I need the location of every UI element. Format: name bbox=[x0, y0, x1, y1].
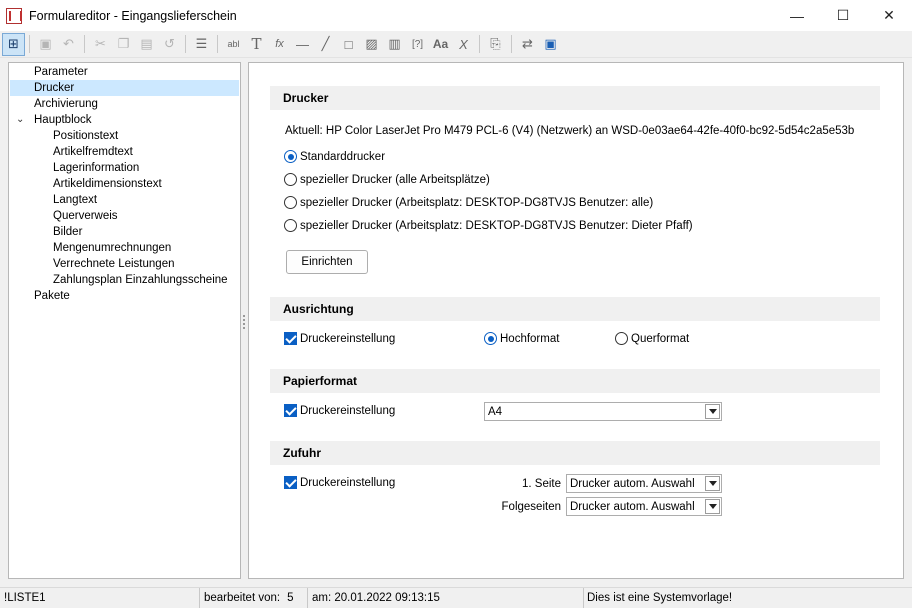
chevron-down-icon[interactable] bbox=[705, 499, 720, 514]
line-icon[interactable]: — bbox=[291, 33, 314, 56]
maximize-button[interactable]: ☐ bbox=[820, 0, 866, 31]
checkbox-checked-icon bbox=[284, 404, 297, 417]
radio-checked-icon bbox=[484, 332, 497, 345]
tree-item-artikelfremdtext[interactable]: Artikelfremdtext bbox=[53, 144, 133, 160]
minimize-button[interactable]: — bbox=[774, 0, 820, 31]
section-header-papierformat: Papierformat bbox=[270, 369, 880, 393]
status-timestamp: am: 20.01.2022 09:13:15 bbox=[308, 587, 584, 608]
radio-querformat[interactable]: Querformat bbox=[615, 332, 689, 345]
app-icon bbox=[6, 7, 22, 24]
copy-icon[interactable]: ❐ bbox=[112, 33, 135, 56]
chevron-down-icon[interactable] bbox=[705, 476, 720, 491]
window-controls: — ☐ ✕ bbox=[774, 0, 912, 31]
radio-standarddrucker[interactable]: Standarddrucker bbox=[284, 150, 385, 163]
settings-panel: Drucker Aktuell: HP Color LaserJet Pro M… bbox=[248, 62, 904, 579]
checkbox-papierformat-druckereinstellung[interactable]: Druckereinstellung bbox=[284, 404, 395, 417]
radio-unchecked-icon bbox=[284, 196, 297, 209]
undo-arrow-icon[interactable]: ↶ bbox=[57, 33, 80, 56]
undo-icon[interactable]: ↺ bbox=[158, 33, 181, 56]
radio-unchecked-icon bbox=[284, 219, 297, 232]
tree-item-archivierung[interactable]: Archivierung bbox=[34, 96, 98, 112]
tree-item-lagerinformation[interactable]: Lagerinformation bbox=[53, 160, 139, 176]
tree-item-verrechnete-leistungen[interactable]: Verrechnete Leistungen bbox=[53, 256, 174, 272]
text-icon[interactable]: T bbox=[245, 33, 268, 56]
formula-icon[interactable]: fx bbox=[268, 33, 291, 56]
first-page-select[interactable]: Drucker autom. Auswahl bbox=[566, 474, 722, 493]
tab-order-icon[interactable]: ⇄ bbox=[516, 33, 539, 56]
tree-icon[interactable]: ⊞ bbox=[2, 32, 25, 56]
chevron-down-icon[interactable] bbox=[705, 404, 720, 419]
tree-item-hauptblock[interactable]: Hauptblock bbox=[34, 112, 92, 128]
toolbar: ⊞ ▣ ↶ ✂ ❐ ▤ ↺ ☰ abl T fx — ╱ □ ▨ ▥ [?] A… bbox=[0, 31, 912, 58]
clear-format-icon[interactable]: X bbox=[452, 33, 475, 56]
next-pages-label: Folgeseiten bbox=[501, 501, 561, 513]
radio-unchecked-icon bbox=[284, 173, 297, 186]
checkbox-checked-icon bbox=[284, 332, 297, 345]
checkbox-ausrichtung-druckereinstellung[interactable]: Druckereinstellung bbox=[284, 332, 395, 345]
checkbox-checked-icon bbox=[284, 476, 297, 489]
section-header-zufuhr: Zufuhr bbox=[270, 441, 880, 465]
tree-item-positionstext[interactable]: Positionstext bbox=[53, 128, 118, 144]
section-header-ausrichtung: Ausrichtung bbox=[270, 297, 880, 321]
radio-arbeitsplatz-alle[interactable]: spezieller Drucker (Arbeitsplatz: DESKTO… bbox=[284, 196, 653, 209]
list-icon[interactable]: ☰ bbox=[190, 33, 213, 56]
tree-panel: Parameter Drucker Archivierung ⌄ Hauptbl… bbox=[8, 62, 241, 579]
radio-arbeitsplatz-benutzer[interactable]: spezieller Drucker (Arbeitsplatz: DESKTO… bbox=[284, 219, 693, 232]
radio-hochformat[interactable]: Hochformat bbox=[484, 332, 559, 345]
einrichten-button[interactable]: Einrichten bbox=[286, 250, 368, 274]
tree-item-bilder[interactable]: Bilder bbox=[53, 224, 82, 240]
rectangle-icon[interactable]: □ bbox=[337, 33, 360, 56]
cut-icon[interactable]: ✂ bbox=[89, 33, 112, 56]
next-pages-select[interactable]: Drucker autom. Auswahl bbox=[566, 497, 722, 516]
textfield-icon[interactable]: abl bbox=[222, 33, 245, 56]
status-edited-by: bearbeitet von: 5 bbox=[200, 587, 308, 608]
diagonal-line-icon[interactable]: ╱ bbox=[314, 33, 337, 56]
splitter-handle[interactable] bbox=[243, 315, 246, 329]
preview-icon[interactable]: ▣ bbox=[539, 33, 562, 56]
radio-unchecked-icon bbox=[615, 332, 628, 345]
barcode-icon[interactable]: ▥ bbox=[383, 33, 406, 56]
save-icon[interactable]: ▣ bbox=[34, 33, 57, 56]
tree-item-drucker[interactable]: Drucker bbox=[10, 80, 239, 96]
status-list: !LISTE1 bbox=[0, 587, 200, 608]
variable-icon[interactable]: [?] bbox=[406, 33, 429, 56]
tree-item-mengenumrechnungen[interactable]: Mengenumrechnungen bbox=[53, 240, 171, 256]
tree-item-langtext[interactable]: Langtext bbox=[53, 192, 97, 208]
paste-icon[interactable]: ▤ bbox=[135, 33, 158, 56]
tree-item-querverweis[interactable]: Querverweis bbox=[53, 208, 118, 224]
papierformat-select[interactable]: A4 bbox=[484, 402, 722, 421]
close-button[interactable]: ✕ bbox=[866, 0, 912, 31]
tree-item-pakete[interactable]: Pakete bbox=[34, 288, 70, 304]
window-title: Formulareditor - Eingangslieferschein bbox=[29, 8, 237, 23]
current-printer-text: Aktuell: HP Color LaserJet Pro M479 PCL-… bbox=[285, 125, 855, 137]
chevron-down-icon[interactable]: ⌄ bbox=[16, 112, 28, 128]
pages-icon[interactable]: ⎘ bbox=[484, 33, 507, 56]
first-page-label: 1. Seite bbox=[522, 478, 561, 490]
tree-item-zahlungsplan[interactable]: Zahlungsplan Einzahlungsscheine bbox=[53, 272, 228, 288]
radio-checked-icon bbox=[284, 150, 297, 163]
section-header-drucker: Drucker bbox=[270, 86, 880, 110]
tree-item-parameter[interactable]: Parameter bbox=[34, 64, 88, 80]
status-bar: !LISTE1 bearbeitet von: 5 am: 20.01.2022… bbox=[0, 587, 912, 608]
title-bar: Formulareditor - Eingangslieferschein — … bbox=[0, 0, 912, 31]
radio-alle-arbeitsplaetze[interactable]: spezieller Drucker (alle Arbeitsplätze) bbox=[284, 173, 490, 186]
status-note: Dies ist eine Systemvorlage! bbox=[587, 591, 733, 604]
checkbox-zufuhr-druckereinstellung[interactable]: Druckereinstellung bbox=[284, 476, 395, 489]
font-icon[interactable]: Aa bbox=[429, 33, 452, 56]
image-icon[interactable]: ▨ bbox=[360, 33, 383, 56]
tree-item-artikeldimensionstext[interactable]: Artikeldimensionstext bbox=[53, 176, 162, 192]
